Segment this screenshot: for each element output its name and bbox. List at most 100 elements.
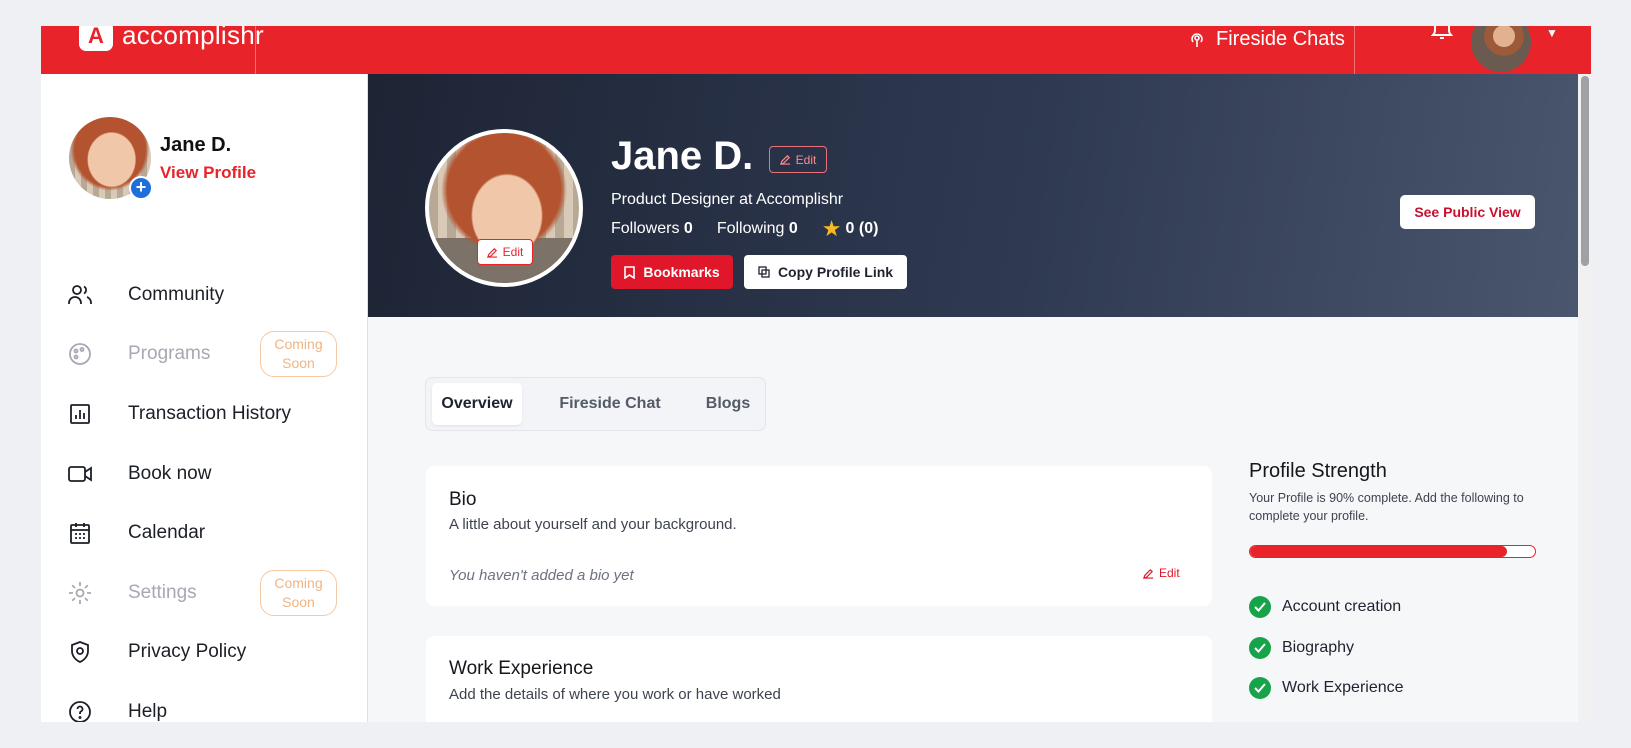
topbar-divider (1354, 26, 1355, 74)
sidebar-item-label: Community (128, 283, 225, 305)
name-edit-button[interactable]: Edit (769, 146, 827, 173)
sidebar-item-label: Help (128, 700, 168, 722)
video-icon (68, 465, 92, 482)
chevron-down-icon[interactable]: ▼ (1546, 26, 1558, 40)
following-count: 0 (788, 220, 798, 237)
bio-title: Bio (449, 489, 477, 510)
sidebar-item-label: Calendar (128, 522, 206, 544)
profile-strength-desc: Your Profile is 90% complete. Add the fo… (1249, 491, 1524, 523)
checklist-item-label: Biography (1282, 638, 1355, 656)
chart-icon (70, 404, 90, 424)
sidebar-item-settings[interactable]: Settings Coming Soon (41, 563, 368, 623)
sidebar-item-label: Privacy Policy (128, 641, 247, 663)
sidebar-nav: Community Programs Coming Soon Transacti… (41, 265, 368, 722)
users-icon (68, 284, 92, 304)
tab-overview[interactable]: Overview (432, 383, 522, 425)
top-navbar: A accomplishr Fireside Chats ▼ (41, 26, 1591, 74)
profile-headline: Product Designer at Accomplishr (611, 191, 844, 208)
sidebar-item-community[interactable]: Community (41, 265, 368, 325)
bell-icon[interactable] (1431, 26, 1453, 40)
tab-fireside-chat[interactable]: Fireside Chat (549, 383, 671, 425)
profile-checklist: Account creation Biography Work Experien… (1249, 587, 1539, 709)
fireside-chats-link[interactable]: Fireside Chats (1188, 26, 1345, 52)
logo[interactable]: A accomplishr (79, 26, 264, 51)
user-avatar-menu[interactable] (1471, 26, 1531, 72)
name-edit-label: Edit (795, 152, 817, 167)
sidebar-item-help[interactable]: Help (41, 682, 368, 722)
check-circle-icon (1249, 677, 1271, 700)
bio-subtitle: A little about yourself and your backgro… (449, 516, 737, 533)
pencil-icon (779, 154, 790, 165)
checklist-item: Work Experience (1249, 668, 1539, 709)
plus-icon[interactable]: + (129, 176, 153, 200)
copy-profile-link-label: Copy Profile Link (777, 264, 894, 280)
bookmarks-label: Bookmarks (643, 264, 720, 280)
check-circle-icon (1249, 596, 1271, 619)
calendar-icon (70, 523, 90, 545)
sidebar: + Jane D. View Profile Community Program… (41, 74, 368, 722)
profile-stats: Followers 0 Following 0 ★ 0 (0) (611, 216, 879, 241)
avatar-edit-button[interactable]: Edit (477, 239, 533, 265)
profile-strength-bar (1249, 545, 1536, 558)
rating-value: 0 (0) (845, 220, 879, 237)
checklist-item-label: Account creation (1282, 598, 1402, 616)
profile-name: Jane D. (611, 134, 754, 178)
logo-mark-icon: A (79, 26, 113, 51)
scrollbar[interactable] (1578, 74, 1591, 722)
sidebar-item-label: Programs (128, 343, 211, 365)
profile-strength-title: Profile Strength (1249, 460, 1387, 482)
pencil-icon (486, 247, 497, 258)
scrollbar-thumb[interactable] (1581, 76, 1589, 266)
sidebar-item-transaction-history[interactable]: Transaction History (41, 384, 368, 444)
sidebar-item-programs[interactable]: Programs Coming Soon (41, 325, 368, 385)
sidebar-item-calendar[interactable]: Calendar (41, 503, 368, 563)
shield-icon (71, 641, 89, 664)
followers-label[interactable]: Followers (611, 220, 679, 238)
app-window: A accomplishr Fireside Chats ▼ + Jane D.… (41, 26, 1591, 722)
checklist-item-label: Work Experience (1282, 679, 1404, 697)
profile-hero: Edit Jane D. Edit Product Designer at Ac… (368, 74, 1578, 317)
sidebar-user-card: + Jane D. View Profile (69, 117, 256, 200)
coming-soon-badge: Coming Soon (260, 569, 337, 616)
fireside-chats-label: Fireside Chats (1216, 27, 1345, 50)
main-content: Edit Jane D. Edit Product Designer at Ac… (368, 74, 1591, 722)
avatar[interactable]: + (69, 117, 153, 200)
see-public-view-button[interactable]: See Public View (1400, 195, 1535, 229)
bookmarks-button[interactable]: Bookmarks (611, 255, 733, 289)
copy-profile-link-button[interactable]: Copy Profile Link (744, 255, 907, 289)
view-profile-link[interactable]: View Profile (160, 163, 256, 183)
bookmark-icon (624, 265, 636, 279)
profile-tabs: Overview Fireside Chat Blogs (425, 377, 766, 431)
podcast-icon (1191, 33, 1203, 47)
sidebar-item-label: Book now (128, 462, 212, 484)
palette-icon (69, 343, 91, 366)
bio-card: Bio A little about yourself and your bac… (426, 466, 1212, 606)
followers-count: 0 (683, 220, 693, 237)
gear-icon (69, 581, 91, 604)
work-experience-subtitle: Add the details of where you work or hav… (449, 686, 781, 703)
work-experience-title: Work Experience (449, 658, 594, 679)
star-icon: ★ (821, 216, 842, 241)
avatar-edit-label: Edit (502, 245, 524, 259)
logo-text: accomplishr (122, 26, 265, 50)
sidebar-item-book-now[interactable]: Book now (41, 444, 368, 504)
help-icon (69, 701, 91, 722)
bio-empty-text: You haven't added a bio yet (449, 567, 634, 584)
bio-edit-button[interactable]: Edit (1143, 566, 1180, 580)
pencil-icon (1143, 568, 1154, 579)
sidebar-user-name: Jane D. (160, 133, 232, 156)
sidebar-item-label: Transaction History (128, 402, 291, 424)
checklist-item: Biography (1249, 628, 1539, 669)
sidebar-item-privacy-policy[interactable]: Privacy Policy (41, 623, 368, 683)
check-circle-icon (1249, 636, 1271, 659)
bio-edit-label: Edit (1159, 566, 1180, 580)
coming-soon-badge: Coming Soon (260, 331, 337, 378)
copy-icon (758, 266, 770, 278)
checklist-item: Account creation (1249, 587, 1539, 628)
tab-blogs[interactable]: Blogs (698, 383, 758, 425)
work-experience-card: Work Experience Add the details of where… (426, 636, 1212, 722)
profile-strength-bar-fill (1250, 546, 1507, 557)
profile-avatar: Edit (425, 129, 583, 287)
following-label[interactable]: Following (717, 220, 785, 238)
profile-strength-panel: Profile Strength Your Profile is 90% com… (1249, 460, 1539, 709)
